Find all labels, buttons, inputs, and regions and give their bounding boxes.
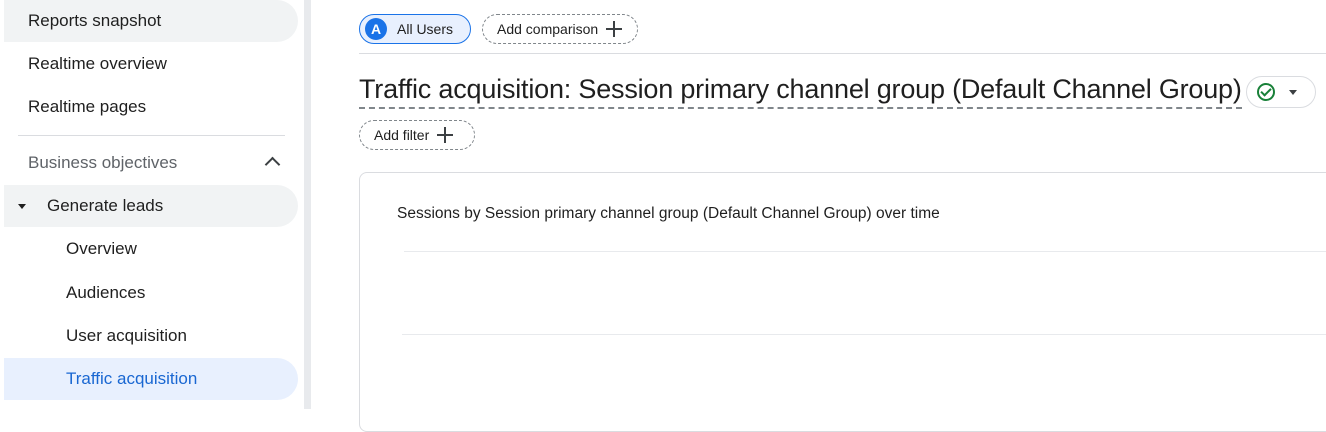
nav-item-realtime-overview[interactable]: Realtime overview xyxy=(4,43,298,85)
add-comparison-button[interactable]: Add comparison xyxy=(482,14,638,44)
sidebar-scrollbar[interactable] xyxy=(304,0,311,409)
add-filter-button[interactable]: Add filter xyxy=(359,120,475,150)
nav-item-label: Traffic acquisition xyxy=(66,369,198,388)
nav-item-label: Reports snapshot xyxy=(28,11,162,30)
nav-item-label: Audiences xyxy=(66,283,146,302)
report-status-dropdown[interactable] xyxy=(1246,76,1316,108)
plus-icon xyxy=(437,127,454,143)
nav-group-label: Generate leads xyxy=(47,196,164,215)
add-filter-label: Add filter xyxy=(374,127,430,143)
chart-gridline xyxy=(402,334,1326,335)
nav-item-user-acquisition[interactable]: User acquisition xyxy=(4,315,298,357)
header-divider xyxy=(359,53,1326,54)
check-circle-icon xyxy=(1257,83,1275,101)
nav-section-label: Business objectives xyxy=(28,153,178,172)
caret-down-icon xyxy=(1289,89,1297,95)
plus-icon xyxy=(606,21,623,37)
nav-item-overview[interactable]: Overview xyxy=(4,228,298,270)
sidebar-nav: Reports snapshot Realtime overview Realt… xyxy=(0,0,304,409)
nav-item-traffic-acquisition[interactable]: Traffic acquisition xyxy=(4,358,298,400)
nav-item-reports-snapshot[interactable]: Reports snapshot xyxy=(4,0,298,42)
caret-down-icon xyxy=(18,204,26,209)
segment-avatar: A xyxy=(365,18,387,40)
nav-item-audiences[interactable]: Audiences xyxy=(4,272,298,314)
nav-item-label: Realtime pages xyxy=(28,97,147,116)
nav-item-realtime-pages[interactable]: Realtime pages xyxy=(4,86,298,128)
sidebar-divider xyxy=(18,135,285,136)
nav-group-generate-leads[interactable]: Generate leads xyxy=(4,185,298,227)
comparison-chip-label: All Users xyxy=(397,21,454,37)
add-comparison-label: Add comparison xyxy=(497,21,599,37)
nav-item-label: User acquisition xyxy=(66,326,187,345)
chart-card: Sessions by Session primary channel grou… xyxy=(359,172,1326,432)
nav-item-label: Overview xyxy=(66,239,137,258)
nav-section-business-objectives[interactable]: Business objectives xyxy=(4,142,298,184)
page-title[interactable]: Traffic acquisition: Session primary cha… xyxy=(359,74,1242,109)
main-content: A All Users Add comparison Traffic acqui… xyxy=(311,0,1326,432)
nav-item-label: Realtime overview xyxy=(28,54,167,73)
comparison-chip-all-users[interactable]: A All Users xyxy=(359,14,471,44)
chevron-up-icon xyxy=(264,156,281,173)
chart-card-title: Sessions by Session primary channel grou… xyxy=(397,205,940,222)
chart-gridline xyxy=(404,251,1326,252)
